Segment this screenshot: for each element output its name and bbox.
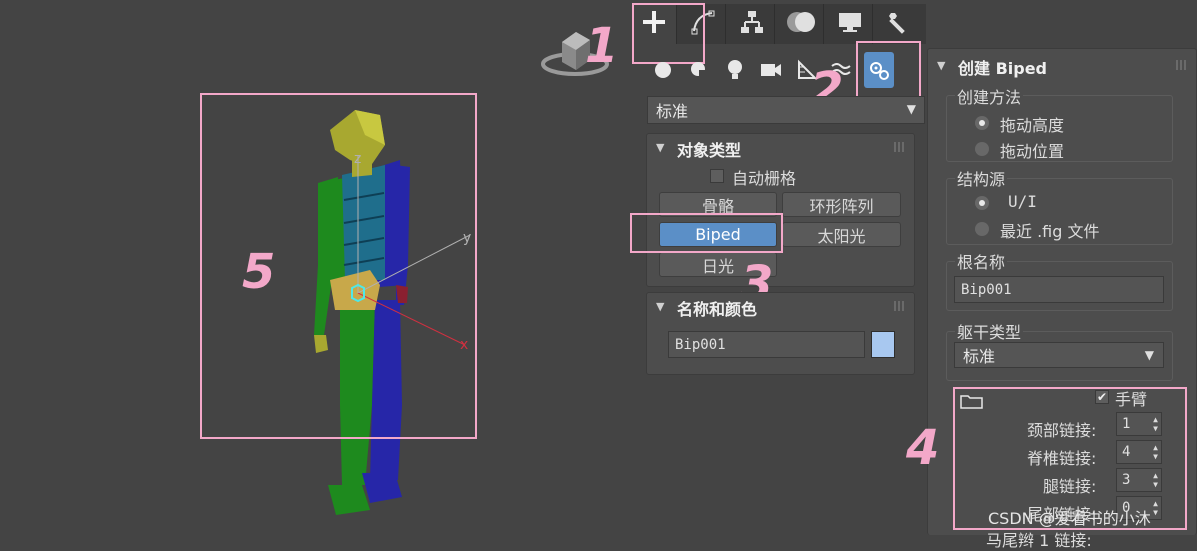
body-type-value: 标准 (963, 347, 996, 366)
annotation-label-1: 1 (585, 18, 619, 74)
lights-icon[interactable] (720, 52, 750, 88)
drag-height-label: 拖动高度 (1000, 116, 1065, 135)
grip-icon (894, 142, 904, 152)
body-type-dropdown[interactable]: 标准 ▼ (954, 342, 1164, 368)
object-type-rollout: ▼ 对象类型 自动栅格 骨骼 环形阵列 Biped 太阳光 日光 (646, 133, 915, 287)
autogrid-checkbox[interactable] (710, 169, 724, 183)
rollout-collapse-icon[interactable]: ▼ (656, 141, 664, 154)
object-name-input[interactable]: Bip001 (668, 331, 865, 358)
object-type-title[interactable]: 对象类型 (677, 137, 741, 161)
viewport[interactable]: y x z 5 (0, 0, 630, 535)
annotation-box-3 (630, 213, 783, 253)
hierarchy-tab[interactable] (730, 4, 775, 44)
cameras-icon[interactable] (756, 52, 786, 88)
object-color-swatch[interactable] (871, 331, 895, 358)
motion-icon (786, 9, 816, 39)
sunlight-button[interactable]: 太阳光 (782, 222, 901, 247)
rollout-collapse-icon[interactable]: ▼ (937, 59, 945, 72)
annotation-label-5: 5 (242, 244, 276, 300)
drag-position-radio[interactable] (975, 142, 989, 156)
dropdown-arrow-icon: ▼ (906, 102, 916, 116)
annotation-box-2 (856, 41, 921, 99)
ring-array-button[interactable]: 环形阵列 (782, 192, 901, 217)
motion-tab[interactable] (779, 4, 824, 44)
recent-fig-label: 最近 .fig 文件 (1000, 222, 1100, 241)
grip-icon (1176, 60, 1186, 70)
create-biped-title[interactable]: 创建 Biped (958, 55, 1047, 79)
creation-method-label: 创建方法 (955, 84, 1024, 108)
geometry-icon[interactable] (648, 52, 678, 88)
annotation-label-4: 4 (906, 420, 940, 476)
hierarchy-icon (739, 9, 765, 39)
shapes-icon[interactable] (684, 52, 714, 88)
recent-fig-radio[interactable] (975, 222, 989, 236)
body-type-label: 躯干类型 (955, 319, 1024, 343)
ui-source-radio[interactable] (975, 196, 989, 210)
root-name-label: 根名称 (955, 249, 1008, 273)
name-color-rollout: ▼ 名称和颜色 Bip001 (646, 292, 915, 375)
watermark: CSDN @爱看书的小沐 (988, 509, 1151, 528)
root-name-input[interactable]: Bip001 (954, 276, 1164, 303)
utilities-tab[interactable] (877, 4, 921, 44)
dropdown-arrow-icon: ▼ (1144, 348, 1154, 362)
drag-height-radio[interactable] (975, 116, 989, 130)
drag-position-label: 拖动位置 (1000, 142, 1065, 161)
autogrid-label: 自动栅格 (732, 169, 797, 188)
display-tab[interactable] (828, 4, 873, 44)
grip-icon (894, 301, 904, 311)
structure-source-label: 结构源 (955, 166, 1008, 190)
ponytail-links-label: 马尾辫 1 链接: (986, 531, 1092, 550)
name-color-title[interactable]: 名称和颜色 (677, 296, 757, 320)
category-dropdown[interactable]: 标准 ▼ (647, 96, 925, 124)
category-dropdown-value: 标准 (656, 102, 689, 121)
wrench-icon (886, 9, 912, 39)
ui-source-label: U/I (1008, 192, 1037, 211)
rollout-collapse-icon[interactable]: ▼ (656, 300, 664, 313)
monitor-icon (837, 9, 863, 39)
